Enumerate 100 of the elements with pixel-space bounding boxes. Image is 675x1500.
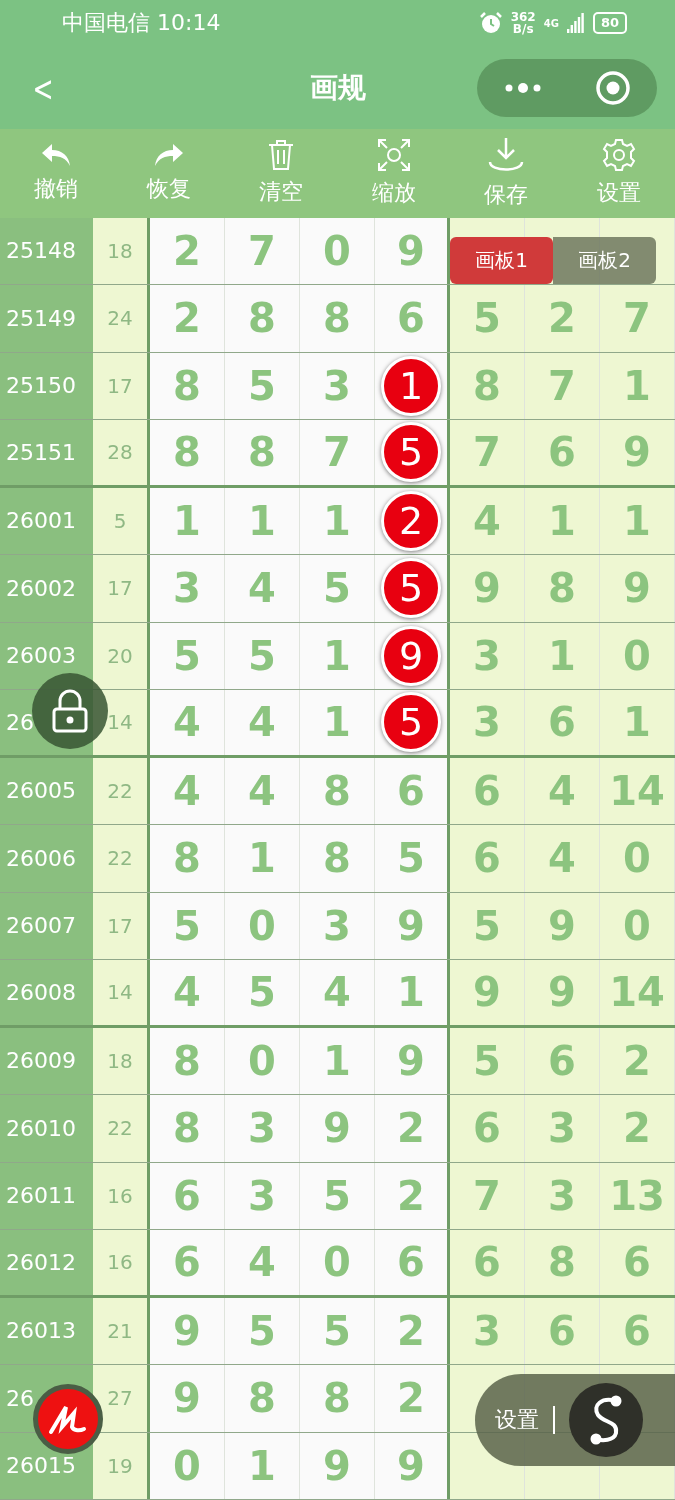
digit-cell: 1 <box>600 352 675 419</box>
digit-cell: 3 <box>150 555 225 622</box>
digit-cell: 6 <box>375 757 450 824</box>
digit-cell: 5 <box>225 352 300 419</box>
toolbar-button[interactable]: 保存 <box>450 129 563 218</box>
sum-cell: 19 <box>93 1432 150 1499</box>
issue-number: 26011 <box>6 1183 76 1209</box>
digit-cell: 1 <box>225 487 300 554</box>
issue-number: 26006 <box>6 845 76 871</box>
digit-cell: 3 <box>225 1162 300 1229</box>
digit-cell: 9 <box>375 1432 450 1499</box>
digit-cell: 6 <box>450 825 525 892</box>
board-tab[interactable]: 画板1 <box>450 236 553 284</box>
divider-line <box>553 1405 555 1434</box>
digit-cell: 4 <box>225 690 300 755</box>
digit-cell: 0 <box>600 622 675 689</box>
digit-cell: 1 <box>375 960 450 1025</box>
digit-cell: 9 <box>150 1297 225 1364</box>
issue-number: 26001 <box>6 508 76 534</box>
digit-cell: 1 <box>600 487 675 554</box>
digit-cell: 3 <box>525 1162 600 1229</box>
digit-cell: 3 <box>300 892 375 959</box>
digit-cell: 7 <box>450 1162 525 1229</box>
issue-number: 26012 <box>6 1249 76 1275</box>
sum-cell: 18 <box>93 1027 150 1094</box>
digit-cell: 0 <box>600 825 675 892</box>
digit-cell: 4 <box>225 555 300 622</box>
digit-cell: 0 <box>600 892 675 959</box>
digit-cell: 14 <box>600 757 675 824</box>
digit-cell: 4 <box>525 825 600 892</box>
marked-number: 5 <box>381 558 441 619</box>
page-title: 画规 <box>308 70 367 107</box>
battery-icon: 80 <box>592 12 627 35</box>
digit-cell: 8 <box>150 1027 225 1094</box>
digit-cell: 7 <box>225 217 300 284</box>
issue-number: 26 <box>6 1385 34 1411</box>
back-button[interactable]: < <box>32 67 54 109</box>
toolbar-button[interactable]: 恢复 <box>112 129 225 218</box>
issue-number: 25151 <box>6 439 76 465</box>
digit-cell: 14 <box>600 960 675 1025</box>
digit-cell: 7 <box>600 285 675 352</box>
digit-cell: 5 <box>450 285 525 352</box>
marked-number: 1 <box>381 355 441 416</box>
digit-cell: 0 <box>225 892 300 959</box>
toolbar-button[interactable]: 撤销 <box>0 129 113 218</box>
digit-cell: 5 <box>300 1297 375 1364</box>
digit-cell: 5 <box>150 622 225 689</box>
digit-cell: 9 <box>450 960 525 1025</box>
toolbar-button[interactable]: 设置 <box>562 129 675 218</box>
digit-cell: 9 <box>600 420 675 485</box>
digit-cell: 9 <box>525 960 600 1025</box>
digit-cell: 4 <box>225 1230 300 1295</box>
marked-number: 5 <box>381 422 441 483</box>
sum-cell: 17 <box>93 892 150 959</box>
digit-cell: 6 <box>525 690 600 755</box>
sum-cell: 16 <box>93 1162 150 1229</box>
issue-number: 26008 <box>6 979 76 1005</box>
digit-cell: 6 <box>150 1230 225 1295</box>
network-type: 4G <box>543 17 559 29</box>
digit-cell: 4 <box>225 757 300 824</box>
sum-cell: 22 <box>93 757 150 824</box>
settings-label[interactable]: 设置 <box>495 1404 539 1435</box>
digit-cell: 5 <box>450 892 525 959</box>
marked-number: 5 <box>381 692 441 753</box>
alarm-clock-icon <box>478 11 503 36</box>
digit-cell: 8 <box>300 825 375 892</box>
issue-number: 26009 <box>6 1048 76 1074</box>
toolbar-button[interactable]: 清空 <box>225 129 338 218</box>
digit-cell: 2 <box>600 1027 675 1094</box>
digit-cell: 9 <box>600 555 675 622</box>
digit-cell: 6 <box>525 420 600 485</box>
board-tab[interactable]: 画板2 <box>553 236 656 284</box>
toolbar-button[interactable]: 缩放 <box>337 129 450 218</box>
more-icon[interactable] <box>503 82 543 95</box>
digit-cell: 5 <box>375 825 450 892</box>
digit-cell: 8 <box>300 1365 375 1432</box>
digit-cell: 5 <box>450 1027 525 1094</box>
sum-cell: 22 <box>93 825 150 892</box>
expand-icon <box>376 138 411 173</box>
digit-cell: 8 <box>525 555 600 622</box>
digit-cell: 5 <box>225 960 300 1025</box>
digit-cell: 2 <box>375 1162 450 1229</box>
issue-number: 25148 <box>6 238 76 264</box>
sum-cell: 17 <box>93 555 150 622</box>
digit-cell: 9 <box>375 217 450 284</box>
digit-cell: 6 <box>450 757 525 824</box>
issue-number: 26005 <box>6 778 76 804</box>
sum-cell: 22 <box>93 1095 150 1162</box>
digit-cell: 5 <box>225 622 300 689</box>
issue-number: 26010 <box>6 1115 76 1141</box>
digit-cell: 1 <box>150 487 225 554</box>
digit-cell: 1 <box>525 622 600 689</box>
lock-icon <box>51 688 89 733</box>
issue-number: 26015 <box>6 1453 76 1479</box>
digit-cell: 1 <box>300 622 375 689</box>
digit-cell: 1 <box>225 1432 300 1499</box>
digit-cell: 6 <box>450 1095 525 1162</box>
digit-cell: 8 <box>225 285 300 352</box>
sum-cell: 24 <box>93 285 150 352</box>
close-target-icon[interactable] <box>595 70 631 107</box>
